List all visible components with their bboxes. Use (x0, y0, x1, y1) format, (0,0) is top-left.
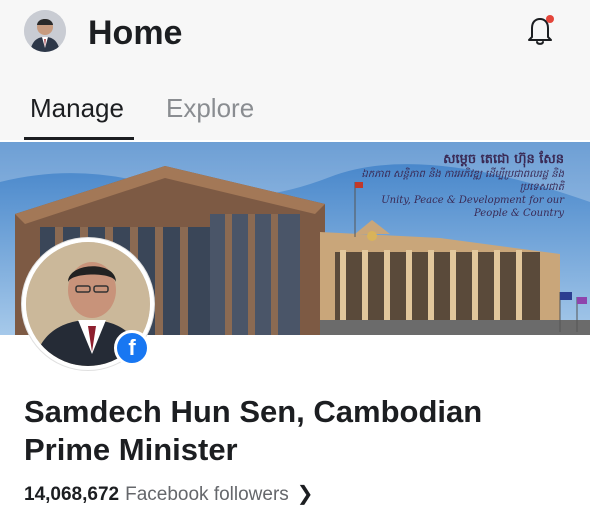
facebook-badge: f (114, 330, 150, 366)
top-header: Home Manage Explore (0, 0, 590, 140)
cover-slogan-khmer-title: សម្ដេច តេជោ ហ៊ុន សែន (443, 152, 564, 167)
page-title: Home (88, 14, 183, 52)
page-name: Samdech Hun Sen, Cambodian Prime Ministe… (24, 394, 483, 467)
tab-explore[interactable]: Explore (166, 91, 254, 125)
cover-slogan-khmer: ឯកភាព សន្តិភាព និង ការអភិវឌ្ឍ ដើម្បីប្រជ… (361, 169, 564, 193)
followers-label: Facebook followers (125, 484, 289, 505)
avatar-icon (24, 10, 66, 52)
facebook-icon: f (128, 335, 136, 360)
bell-icon (528, 15, 554, 45)
followers-count: 14,068,672 (24, 484, 120, 505)
chevron-right-icon: ❯ (296, 483, 314, 505)
notifications-button[interactable] (520, 10, 560, 50)
active-tab-indicator (24, 137, 134, 140)
cover-slogan: សម្ដេច តេជោ ហ៊ុន សែន ឯកភាព សន្តិភាព និង … (354, 152, 564, 220)
followers-link[interactable]: 14,068,672 Facebook followers ❯ (24, 482, 314, 507)
tab-bar: Manage Explore (0, 85, 590, 140)
tab-manage[interactable]: Manage (30, 91, 124, 125)
cover-slogan-english: Unity, Peace & Development for our Peopl… (381, 195, 564, 219)
profile-avatar-small[interactable] (24, 10, 66, 52)
